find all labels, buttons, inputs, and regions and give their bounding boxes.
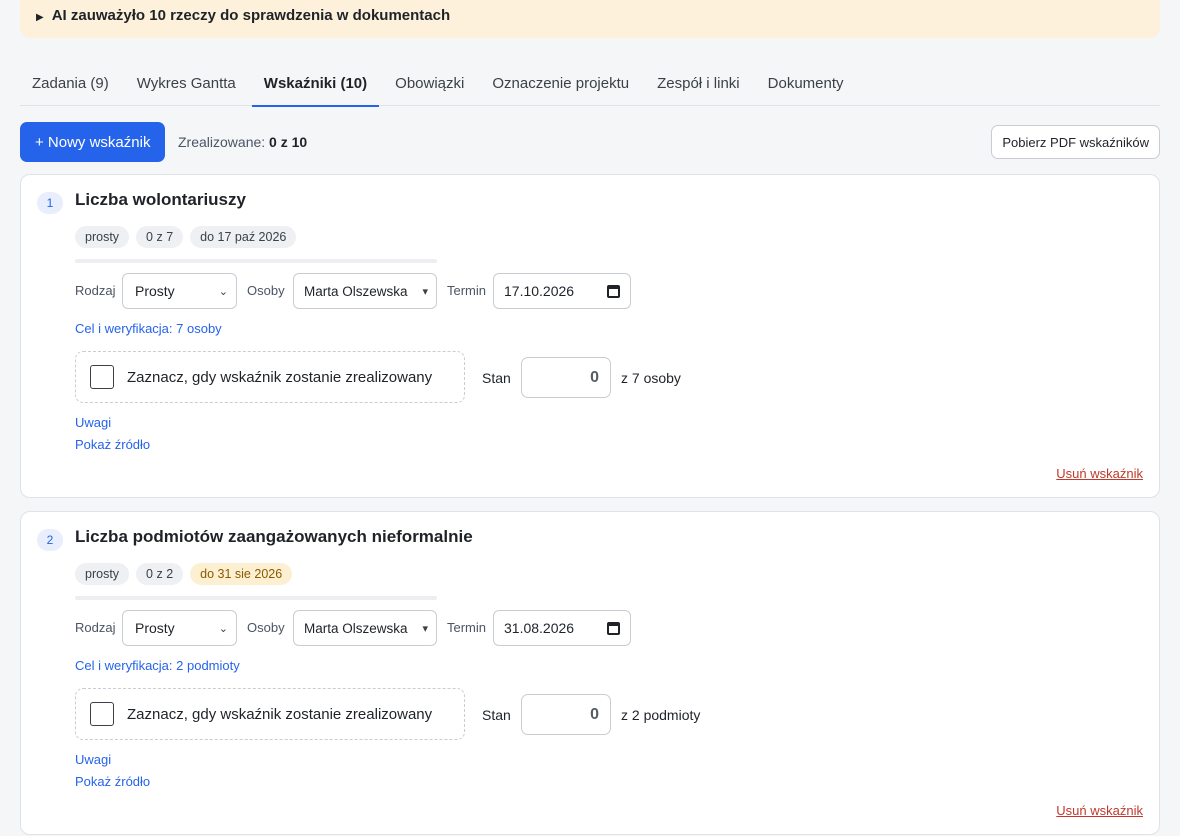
indicator-card: 2 Liczba podmiotów zaangażowanych niefor… [20,511,1160,835]
realized-checkbox-label: Zaznacz, gdy wskaźnik zostanie zrealizow… [127,368,433,386]
type-badge: prosty [75,226,130,248]
people-select-value: Marta Olszewska [304,283,408,299]
indicators-toolbar: + Nowy wskaźnik Zrealizowane: 0 z 10 Pob… [20,122,1160,162]
ai-findings-banner[interactable]: ▶ AI zauważyło 10 rzeczy do sprawdzenia … [20,0,1160,38]
chevron-down-icon: ⌄ [218,622,228,635]
triangle-down-icon: ▾ [422,285,428,298]
tab-project-marking[interactable]: Oznaczenie projektu [480,60,641,106]
type-select[interactable]: Prosty ⌄ [122,610,237,646]
due-badge: do 17 paź 2026 [190,226,297,248]
type-select-value: Prosty [135,620,175,636]
realized-checkbox[interactable] [90,702,114,726]
indicator-number: 2 [37,529,63,551]
due-date-value: 17.10.2026 [504,283,575,299]
download-pdf-button[interactable]: Pobierz PDF wskaźników [991,125,1160,159]
stan-input[interactable]: 0 [521,694,611,735]
progress-bar [75,259,437,263]
indicator-number: 1 [37,192,63,214]
stan-label: Stan [482,370,511,386]
realized-value: 0 z 10 [269,134,308,150]
new-indicator-button[interactable]: + Nowy wskaźnik [20,122,166,162]
people-label: Osoby [247,283,285,298]
tab-documents[interactable]: Dokumenty [756,60,856,106]
type-badge: prosty [75,563,130,585]
delete-indicator-link[interactable]: Usuń wskaźnik [1056,803,1143,818]
due-date-input[interactable]: 31.08.2026 [493,610,631,646]
count-badge: 0 z 2 [136,563,184,585]
realized-label: Zrealizowane: [178,134,266,150]
realized-checkbox[interactable] [90,365,114,389]
type-label: Rodzaj [75,283,116,298]
stan-target: z 2 podmioty [621,707,701,723]
project-tabs: Zadania (9) Wykres Gantta Wskaźniki (10)… [20,60,1160,107]
type-label: Rodzaj [75,620,116,635]
realized-checkbox-label: Zaznacz, gdy wskaźnik zostanie zrealizow… [127,705,433,723]
count-badge: 0 z 7 [136,226,184,248]
stan-target: z 7 osoby [621,370,681,386]
expand-triangle-icon[interactable]: ▶ [36,12,44,23]
goal-verification-link[interactable]: Cel i weryfikacja: 7 osoby [75,321,222,336]
calendar-icon[interactable] [607,622,620,635]
tab-gantt[interactable]: Wykres Gantta [125,60,248,106]
indicator-title: Liczba wolontariuszy [75,190,246,209]
realized-summary: Zrealizowane: 0 z 10 [178,134,307,150]
due-date-input[interactable]: 17.10.2026 [493,273,631,309]
due-label: Termin [447,620,487,635]
type-select-value: Prosty [135,283,175,299]
tab-tasks[interactable]: Zadania (9) [20,60,121,106]
indicator-title: Liczba podmiotów zaangażowanych nieforma… [75,527,473,546]
due-badge: do 31 sie 2026 [190,563,293,585]
indicator-card: 1 Liczba wolontariuszy prosty 0 z 7 do 1… [20,174,1160,498]
tab-indicators[interactable]: Wskaźniki (10) [251,60,380,107]
show-source-link[interactable]: Pokaż źródło [75,437,150,452]
realized-checkbox-area[interactable]: Zaznacz, gdy wskaźnik zostanie zrealizow… [75,688,465,740]
progress-bar [75,596,437,600]
realized-checkbox-area[interactable]: Zaznacz, gdy wskaźnik zostanie zrealizow… [75,351,465,403]
goal-verification-link[interactable]: Cel i weryfikacja: 2 podmioty [75,658,240,673]
due-date-value: 31.08.2026 [504,620,575,636]
stan-label: Stan [482,707,511,723]
indicator-fields: Rodzaj Prosty ⌄ Osoby Marta Olszewska ▾ … [75,610,675,646]
people-select[interactable]: Marta Olszewska ▾ [293,273,437,309]
indicator-fields: Rodzaj Prosty ⌄ Osoby Marta Olszewska ▾ … [75,273,675,309]
people-select-value: Marta Olszewska [304,620,408,636]
indicator-badges: prosty 0 z 2 do 31 sie 2026 [75,563,299,585]
people-select[interactable]: Marta Olszewska ▾ [293,610,437,646]
tab-team-links[interactable]: Zespół i linki [645,60,752,106]
people-label: Osoby [247,620,285,635]
triangle-down-icon: ▾ [422,622,428,635]
delete-indicator-link[interactable]: Usuń wskaźnik [1056,466,1143,481]
indicator-badges: prosty 0 z 7 do 17 paź 2026 [75,226,303,248]
ai-findings-text: AI zauważyło 10 rzeczy do sprawdzenia w … [51,7,451,24]
chevron-down-icon: ⌄ [218,285,228,298]
calendar-icon[interactable] [607,285,620,298]
tab-duties[interactable]: Obowiązki [383,60,476,106]
notes-link[interactable]: Uwagi [75,415,111,430]
due-label: Termin [447,283,487,298]
notes-link[interactable]: Uwagi [75,752,111,767]
stan-input[interactable]: 0 [521,357,611,398]
show-source-link[interactable]: Pokaż źródło [75,774,150,789]
type-select[interactable]: Prosty ⌄ [122,273,237,309]
